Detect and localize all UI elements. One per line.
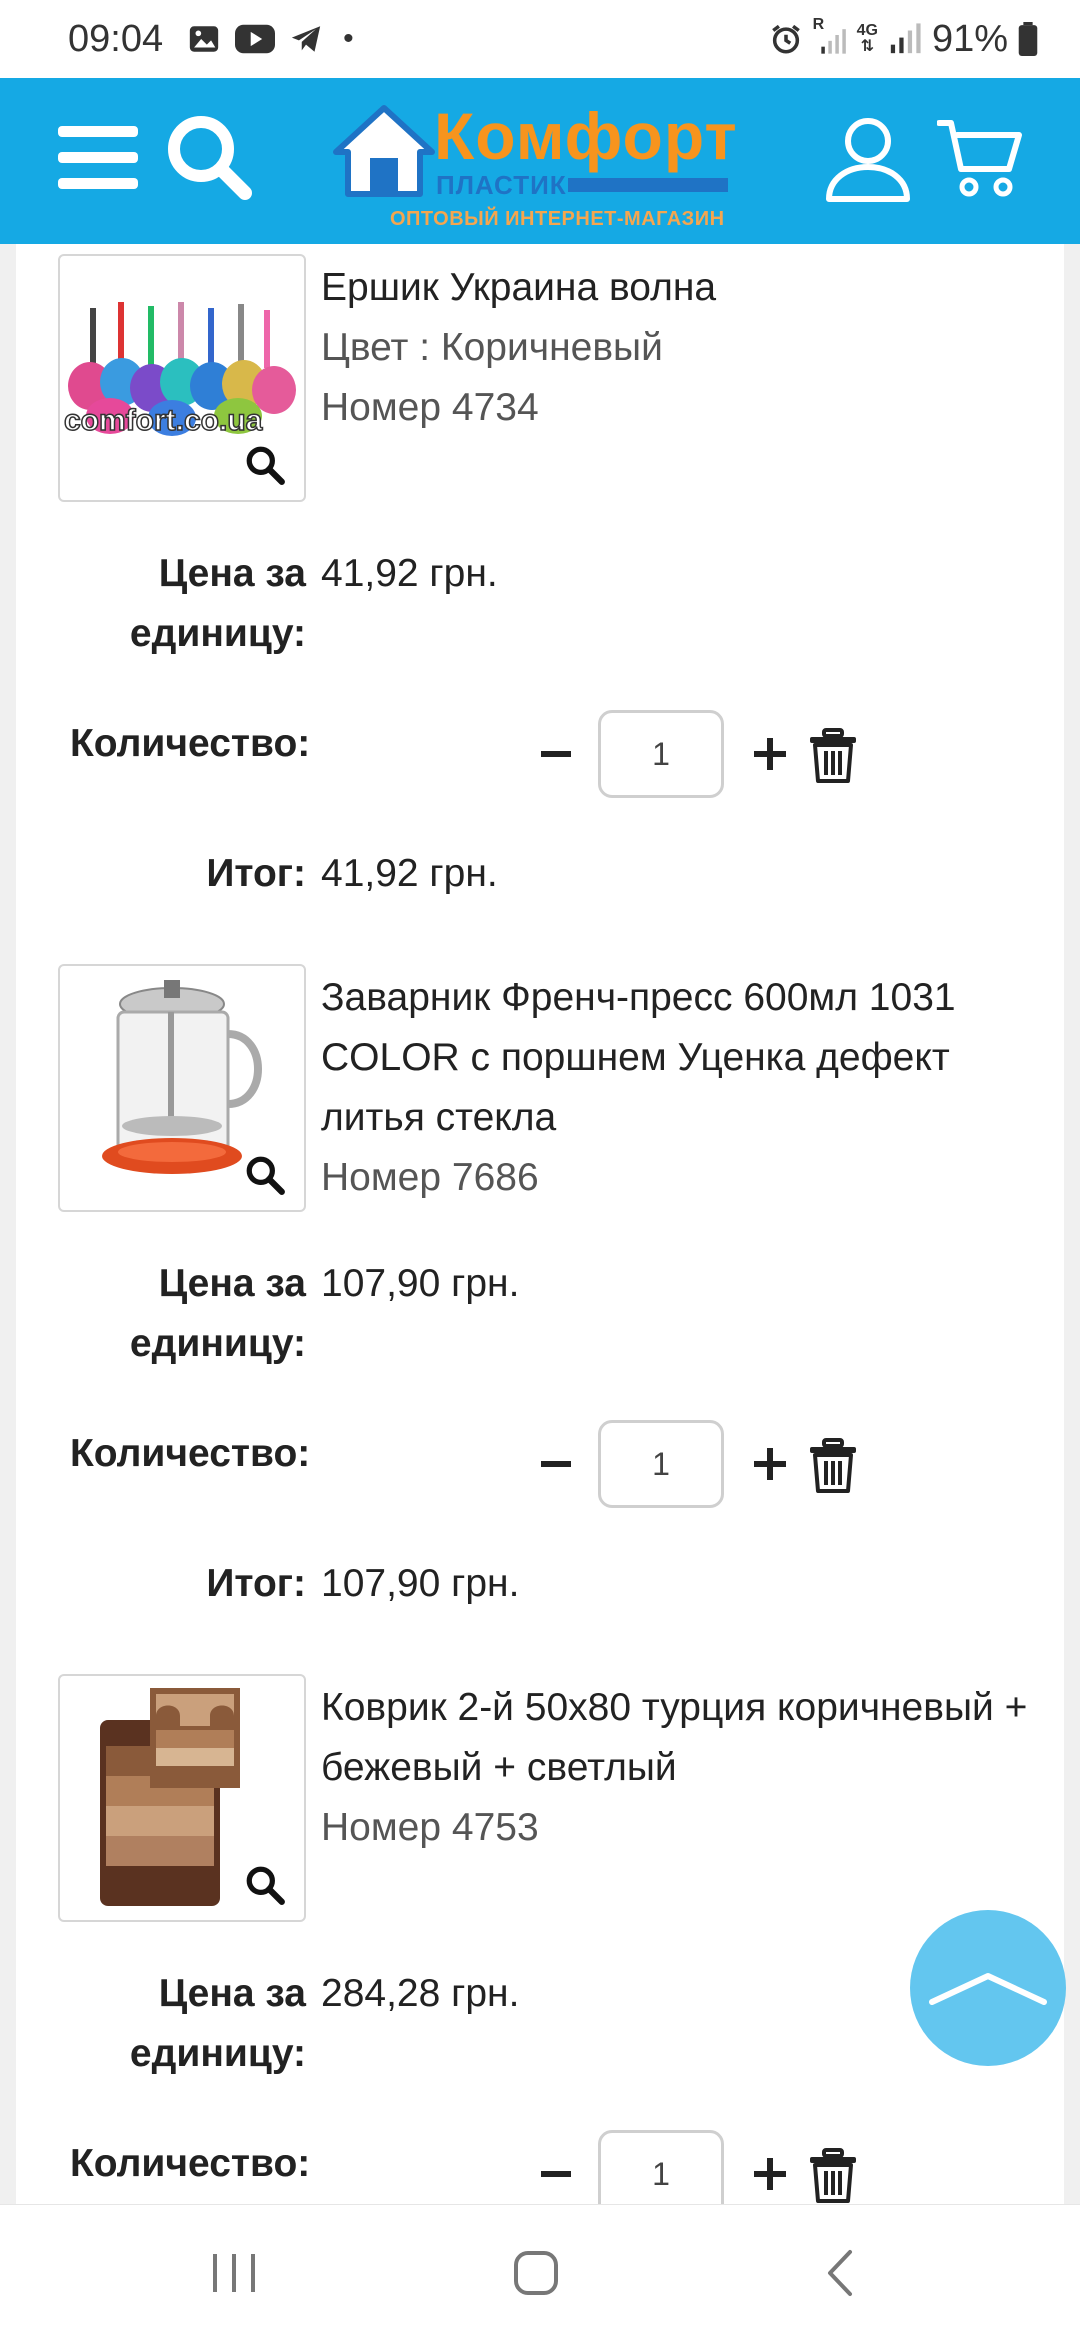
zoom-icon[interactable] — [244, 1864, 286, 1906]
price-label-line2: единицу: — [129, 612, 306, 655]
telegram-icon — [291, 26, 321, 52]
unit-price: 107,90 грн. — [321, 1262, 520, 1305]
product-title[interactable]: Заварник Френч-пресс 600мл 1031 COLOR с … — [321, 968, 1041, 1148]
account-button[interactable] — [818, 108, 918, 208]
quantity-input[interactable]: 1 — [598, 1420, 724, 1508]
site-logo[interactable]: Комфорт ПЛАСТИК ОПТОВЫЙ ИНТЕРНЕТ-МАГАЗИН — [330, 98, 750, 230]
plus-icon — [754, 2158, 786, 2190]
trash-icon[interactable] — [808, 728, 858, 784]
quantity-input[interactable]: 1 — [598, 710, 724, 798]
cart-content: comfort.co.ua Ершик Украина волна Цвет :… — [16, 244, 1064, 2204]
product-thumbnail[interactable]: comfort.co.ua — [58, 254, 306, 502]
decrease-quantity-button[interactable] — [536, 2154, 576, 2194]
price-label-line1: Цена за — [158, 552, 306, 595]
quantity-label: Количество: — [70, 2142, 311, 2185]
recent-apps-icon — [213, 2254, 255, 2292]
dot-icon: • — [343, 22, 354, 55]
product-title[interactable]: Ершик Украина волна — [321, 258, 1041, 318]
unit-price: 284,28 грн. — [321, 1972, 520, 2015]
minus-icon — [541, 1461, 571, 1467]
gallery-icon — [189, 26, 219, 52]
item-total: 107,90 грн. — [321, 1562, 520, 1605]
price-label: Цена за единицу: — [130, 544, 306, 664]
battery-icon — [1018, 22, 1038, 56]
trash-icon[interactable] — [808, 2148, 858, 2204]
logo-tagline: ОПТОВЫЙ ИНТЕРНЕТ-МАГАЗИН — [390, 208, 725, 230]
price-label-line1: Цена за — [158, 1972, 306, 2015]
cart-button[interactable] — [930, 108, 1030, 208]
back-icon — [828, 2250, 852, 2296]
item-total: 41,92 грн. — [321, 852, 498, 895]
product-number: Номер 4753 — [321, 1806, 539, 1849]
battery-level: 91% — [931, 17, 1008, 60]
scroll-to-top-button[interactable] — [910, 1910, 1066, 2066]
signal-icon — [890, 23, 921, 54]
search-button[interactable] — [160, 108, 260, 208]
back-button[interactable] — [800, 2241, 880, 2305]
quantity-label: Количество: — [70, 1432, 311, 1475]
product-thumbnail[interactable] — [58, 1674, 306, 1922]
price-label-line2: единицу: — [129, 2032, 306, 2075]
product-number: Номер 4734 — [321, 386, 539, 429]
quantity-label: Количество: — [70, 722, 311, 765]
minus-icon — [541, 751, 571, 757]
decrease-quantity-button[interactable] — [536, 1444, 576, 1484]
menu-button[interactable] — [48, 108, 148, 208]
4g-icon: 4G ⇅ — [856, 22, 878, 55]
product-thumbnail[interactable] — [58, 964, 306, 1212]
site-header: Комфорт ПЛАСТИК ОПТОВЫЙ ИНТЕРНЕТ-МАГАЗИН — [0, 78, 1080, 244]
search-icon — [168, 116, 252, 200]
menu-icon — [58, 126, 138, 189]
status-bar: 09:04 • R 4G ⇅ 91% — [0, 0, 1080, 78]
home-button[interactable] — [496, 2241, 576, 2305]
recent-apps-button[interactable] — [194, 2241, 274, 2305]
product-title[interactable]: Коврик 2-й 50х80 турция коричневый + беж… — [321, 1678, 1041, 1798]
user-icon — [826, 118, 910, 202]
product-image-watermark: comfort.co.ua — [63, 403, 263, 438]
status-time: 09:04 — [68, 17, 164, 60]
minus-icon — [541, 2171, 571, 2177]
plus-icon — [754, 1448, 786, 1480]
increase-quantity-button[interactable] — [748, 2152, 792, 2196]
logo-bar — [568, 178, 728, 192]
cart-icon — [937, 120, 1022, 197]
product-info: Ершик Украина волна Цвет : Коричневый Но… — [321, 258, 1041, 438]
trash-icon[interactable] — [808, 1438, 858, 1494]
4g-label: 4G — [856, 22, 878, 39]
price-label: Цена за единицу: — [130, 1254, 306, 1374]
product-number: Номер 7686 — [321, 1156, 539, 1199]
logo-subtitle: ПЛАСТИК — [436, 170, 567, 200]
increase-quantity-button[interactable] — [748, 732, 792, 776]
zoom-icon[interactable] — [244, 444, 286, 486]
price-label-line1: Цена за — [158, 1262, 306, 1305]
youtube-icon — [235, 24, 276, 54]
price-label: Цена за единицу: — [130, 1964, 306, 2084]
home-icon — [514, 2251, 558, 2295]
house-logo-icon — [333, 105, 435, 197]
product-color: Цвет : Коричневый — [321, 326, 663, 369]
logo-title: Комфорт — [434, 99, 738, 173]
total-label: Итог: — [206, 852, 306, 895]
increase-quantity-button[interactable] — [748, 1442, 792, 1486]
product-info: Коврик 2-й 50х80 турция коричневый + беж… — [321, 1678, 1041, 1858]
price-label-line2: единицу: — [129, 1322, 306, 1365]
plus-icon — [754, 738, 786, 770]
unit-price: 41,92 грн. — [321, 552, 498, 595]
alarm-icon — [771, 24, 800, 54]
product-info: Заварник Френч-пресс 600мл 1031 COLOR с … — [321, 968, 1041, 1208]
system-navigation-bar — [0, 2204, 1080, 2340]
total-label: Итог: — [206, 1562, 306, 1605]
chevron-up-icon — [929, 1973, 1047, 2005]
quantity-input[interactable]: 1 — [598, 2130, 724, 2204]
decrease-quantity-button[interactable] — [536, 734, 576, 774]
zoom-icon[interactable] — [244, 1154, 286, 1196]
signal-roaming-icon: R — [813, 16, 847, 58]
